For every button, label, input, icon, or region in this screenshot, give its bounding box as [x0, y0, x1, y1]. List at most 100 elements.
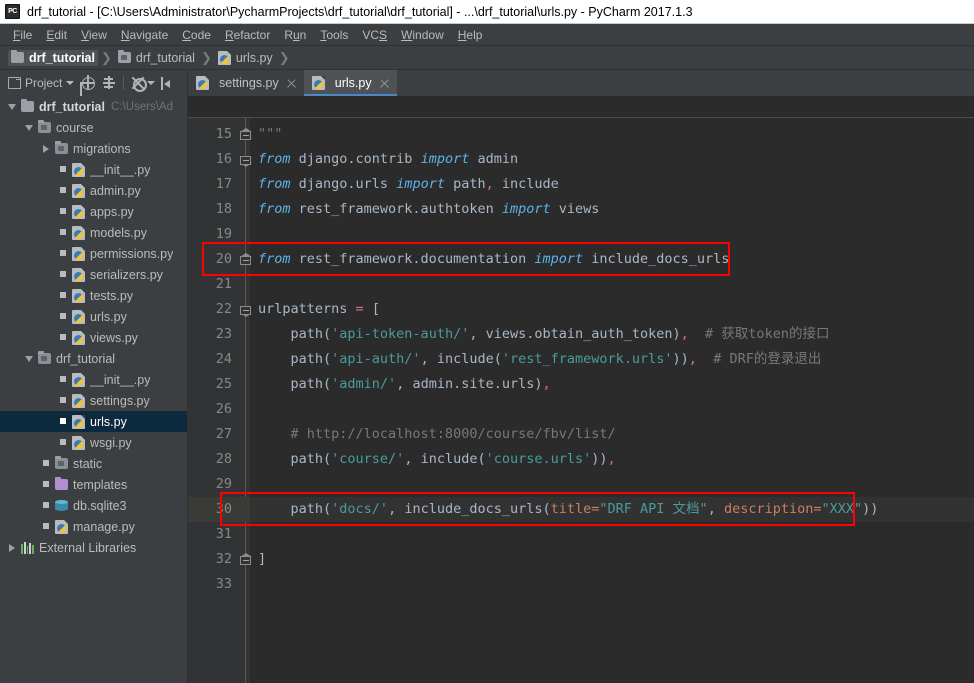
target-icon[interactable] [79, 74, 97, 92]
breadcrumb-item-2[interactable]: urls.py [215, 50, 276, 66]
code-line-18[interactable]: from rest_framework.authtoken import vie… [258, 197, 974, 222]
tree-item-__init__-py[interactable]: __init__.py [0, 369, 187, 390]
code-line-21[interactable] [258, 272, 974, 297]
menu-item-help[interactable]: Help [451, 26, 490, 44]
settings-gear-icon[interactable] [129, 74, 148, 92]
tree-item-permissions-py[interactable]: permissions.py [0, 243, 187, 264]
libraries-icon [21, 541, 34, 554]
code-line-26[interactable] [258, 397, 974, 422]
tree-arrow-placeholder [57, 394, 70, 407]
code-editor[interactable]: 15 """ 16 from django.contrib import admin 1… [188, 96, 974, 683]
menu-item-refactor[interactable]: Refactor [218, 26, 277, 44]
tree-item-urls-py[interactable]: urls.py [0, 411, 187, 432]
code-token: django.contrib [290, 151, 421, 167]
tree-item-urls-py[interactable]: urls.py [0, 306, 187, 327]
tab-urls-py[interactable]: urls.py [303, 70, 397, 96]
chevron-right-icon[interactable] [6, 541, 19, 554]
code-line-31[interactable] [258, 522, 974, 547]
tree-item-apps-py[interactable]: apps.py [0, 201, 187, 222]
close-icon[interactable] [286, 78, 297, 89]
code-fold-toggle-22[interactable] [239, 303, 252, 317]
code-line-29[interactable] [258, 472, 974, 497]
chevron-down-icon[interactable] [23, 121, 36, 134]
code-line-27[interactable]: # http://localhost:8000/course/fbv/list/ [258, 422, 974, 447]
code-line-19[interactable] [258, 222, 974, 247]
code-token: "DRF API 文档" [599, 501, 708, 517]
code-line-24[interactable]: path('api-auth/', include('rest_framewor… [258, 347, 974, 372]
code-line-17[interactable]: from django.urls import path, include [258, 172, 974, 197]
menu-item-file[interactable]: File [6, 26, 39, 44]
hide-panel-icon[interactable] [158, 74, 176, 92]
tree-item-label: tests.py [90, 288, 134, 303]
menu-item-tools[interactable]: Tools [313, 26, 355, 44]
code-fold-toggle-32[interactable] [239, 553, 252, 566]
code-line-15[interactable]: """ [258, 122, 974, 147]
tree-item-migrations[interactable]: migrations [0, 138, 187, 159]
code-line-16[interactable]: from django.contrib import admin [258, 147, 974, 172]
tree-item-drf_tutorial[interactable]: drf_tutorial [0, 348, 187, 369]
tree-item-External Libraries[interactable]: External Libraries [0, 537, 187, 558]
collapse-all-icon[interactable] [100, 74, 118, 92]
tree-item-manage-py[interactable]: manage.py [0, 516, 187, 537]
code-line-22[interactable]: urlpatterns = [ [258, 297, 974, 322]
breadcrumb-item-0[interactable]: drf_tutorial [8, 49, 98, 66]
code-line-30[interactable]: path('docs/', include_docs_urls(title="D… [258, 497, 974, 522]
menu-item-edit[interactable]: Edit [39, 26, 74, 44]
tree-item-course[interactable]: course [0, 117, 187, 138]
tree-item-templates[interactable]: templates [0, 474, 187, 495]
tree-item-static[interactable]: static [0, 453, 187, 474]
tree-item-label: permissions.py [90, 246, 174, 261]
code-fold-toggle-20[interactable] [239, 253, 252, 266]
code-token: )) [591, 451, 608, 467]
tree-item-admin-py[interactable]: admin.py [0, 180, 187, 201]
code-fold-toggle-16[interactable] [239, 153, 252, 167]
pycharm-icon: PC [5, 4, 20, 19]
code-token: rest_framework.authtoken [290, 201, 502, 217]
tree-item-__init__-py[interactable]: __init__.py [0, 159, 187, 180]
tree-arrow-placeholder [57, 289, 70, 302]
tree-item-label: models.py [90, 225, 147, 240]
chevron-down-icon[interactable] [23, 352, 36, 365]
code-token: django.urls [290, 176, 397, 192]
menu-item-window[interactable]: Window [394, 26, 451, 44]
gear-chevron-down-icon[interactable] [147, 81, 156, 85]
tree-item-wsgi-py[interactable]: wsgi.py [0, 432, 187, 453]
tree-item-settings-py[interactable]: settings.py [0, 390, 187, 411]
code-line-28[interactable]: path('course/', include('course.urls')), [258, 447, 974, 472]
project-view-selector[interactable]: Project [6, 75, 76, 91]
code-line-20[interactable]: from rest_framework.documentation import… [258, 247, 974, 272]
menu-item-run[interactable]: Run [277, 26, 313, 44]
project-tree[interactable]: drf_tutorial C:\Users\Ad course migrations _… [0, 96, 188, 683]
tree-item-views-py[interactable]: views.py [0, 327, 187, 348]
menu-item-view[interactable]: View [74, 26, 114, 44]
menu-item-code[interactable]: Code [175, 26, 218, 44]
chevron-right-icon[interactable] [40, 142, 53, 155]
tree-arrow-placeholder [57, 373, 70, 386]
breadcrumb: drf_tutorial ❯ drf_tutorial ❯ urls.py ❯ [0, 46, 974, 70]
tree-item-tests-py[interactable]: tests.py [0, 285, 187, 306]
tree-item-drf_tutorial[interactable]: drf_tutorial C:\Users\Ad [0, 96, 187, 117]
tab-settings-py[interactable]: settings.py [188, 70, 304, 96]
code-line-25[interactable]: path('admin/', admin.site.urls), [258, 372, 974, 397]
code-token: description= [723, 501, 822, 517]
tree-item-models-py[interactable]: models.py [0, 222, 187, 243]
close-icon[interactable] [379, 78, 390, 89]
tree-item-label: urls.py [90, 414, 127, 429]
chevron-down-icon[interactable] [6, 100, 19, 113]
python-file-icon [196, 76, 209, 90]
tree-item-label: serializers.py [90, 267, 163, 282]
code-line-23[interactable]: path('api-token-auth/', views.obtain_aut… [258, 322, 974, 347]
tree-item-label: manage.py [73, 519, 135, 534]
tree-item-db-sqlite3[interactable]: db.sqlite3 [0, 495, 187, 516]
code-token: import [501, 201, 551, 217]
menu-item-navigate[interactable]: Navigate [114, 26, 175, 44]
code-line-33[interactable] [258, 572, 974, 597]
code-line-32[interactable]: ] [258, 547, 974, 572]
menu-item-vcs[interactable]: VCS [355, 26, 394, 44]
breadcrumb-item-1[interactable]: drf_tutorial [115, 50, 198, 66]
line-number: 32 [215, 551, 232, 567]
code-fold-toggle-15[interactable] [239, 128, 252, 141]
tree-item-serializers-py[interactable]: serializers.py [0, 264, 187, 285]
code-area[interactable]: 15 """ 16 from django.contrib import admin 1… [188, 118, 974, 683]
tree-arrow-placeholder [40, 457, 53, 470]
